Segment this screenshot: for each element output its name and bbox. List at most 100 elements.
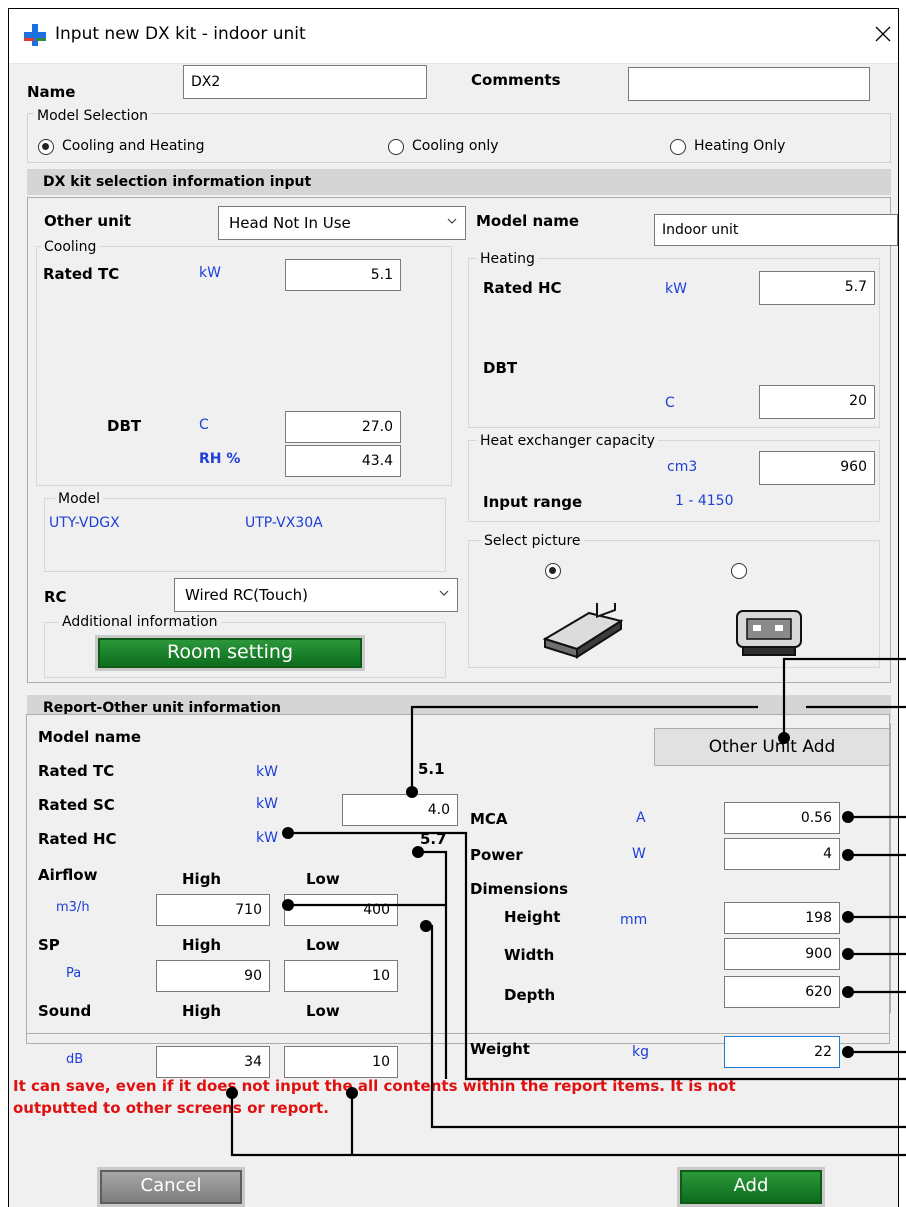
rc-value: Wired RC(Touch)	[185, 586, 308, 604]
report-rated-tc-value: 5.1	[418, 760, 445, 778]
rc-select[interactable]: Wired RC(Touch)	[174, 578, 458, 612]
sp-high-field[interactable]: 90	[156, 960, 270, 992]
other-unit-value: Head Not In Use	[229, 214, 351, 232]
report-rated-hc-value: 5.7	[420, 830, 447, 848]
rh-field[interactable]: 43.4	[285, 445, 401, 477]
width-label: Width	[504, 946, 555, 964]
dbt-unit: C	[199, 417, 209, 433]
other-unit-add-button[interactable]: Other Unit Add	[654, 728, 890, 766]
depth-label: Depth	[504, 986, 556, 1004]
additional-info-group: Additional information Room setting	[44, 614, 446, 678]
sound-high-label: High	[182, 1002, 222, 1020]
rated-hc-field[interactable]: 5.7	[759, 271, 875, 305]
airflow-label: Airflow	[38, 866, 98, 884]
name-field[interactable]: DX2	[183, 65, 427, 99]
model-name-field[interactable]: Indoor unit	[654, 214, 898, 246]
model-legend: Model	[55, 491, 104, 507]
heat-exchanger-legend: Heat exchanger capacity	[477, 433, 658, 449]
rh-unit: RH %	[199, 451, 241, 467]
comments-field[interactable]	[628, 67, 870, 101]
other-unit-select[interactable]: Head Not In Use	[218, 206, 466, 240]
power-field[interactable]: 4	[724, 838, 840, 870]
power-label: Power	[470, 846, 523, 864]
comments-label: Comments	[471, 71, 561, 89]
cooling-group: Cooling Rated TC kW 5.1 DBT C 27.0 RH % …	[36, 239, 452, 486]
weight-unit: kg	[632, 1044, 649, 1060]
add-button[interactable]: Add	[677, 1167, 825, 1207]
model-name-label: Model name	[476, 212, 580, 230]
option-heating-only-label: Heating Only	[694, 138, 786, 154]
dimensions-label: Dimensions	[470, 880, 569, 898]
weight-label: Weight	[470, 1040, 530, 1058]
model-indoor: UTY-VDGX	[49, 515, 120, 531]
sp-high-label: High	[182, 936, 222, 954]
sound-low-label: Low	[306, 1002, 340, 1020]
other-unit-label: Other unit	[44, 212, 132, 230]
mca-unit: A	[636, 810, 646, 826]
rc-label: RC	[44, 588, 67, 606]
height-field[interactable]: 198	[724, 902, 840, 934]
app-cross-icon	[24, 24, 46, 46]
note-line-2: outputted to other screens or report.	[13, 1099, 329, 1117]
model-group: Model UTY-VDGX UTP-VX30A	[44, 491, 446, 572]
heat-exchanger-field[interactable]: 960	[759, 451, 875, 485]
select-picture-group: Select picture	[468, 533, 880, 668]
rated-hc-label: Rated HC	[483, 279, 562, 297]
rated-tc-unit: kW	[199, 265, 221, 281]
additional-info-legend: Additional information	[59, 614, 221, 630]
mca-label: MCA	[470, 810, 508, 828]
cassette-unit-icon[interactable]	[731, 603, 811, 659]
dx-section-panel: Other unit Head Not In Use Cooling Rated…	[27, 197, 898, 683]
picture-radio-duct[interactable]	[545, 563, 561, 579]
heat-exchanger-unit: cm3	[667, 459, 698, 475]
cooling-legend: Cooling	[41, 239, 100, 255]
report-rated-tc-label: Rated TC	[38, 762, 115, 780]
radio-cooling-only[interactable]	[388, 139, 404, 155]
report-rated-hc-label: Rated HC	[38, 830, 117, 848]
heating-dbt-label: DBT	[483, 359, 518, 377]
height-unit: mm	[620, 912, 648, 928]
rated-tc-field[interactable]: 5.1	[285, 259, 401, 291]
height-label: Height	[504, 908, 561, 926]
title-bar: Input new DX kit - indoor unit	[9, 9, 898, 64]
rated-hc-unit: kW	[665, 281, 687, 297]
chevron-down-icon	[447, 218, 457, 224]
airflow-high-field[interactable]: 710	[156, 894, 270, 926]
airflow-low-label: Low	[306, 870, 340, 888]
select-picture-legend: Select picture	[481, 533, 584, 549]
option-cooling-heating-label: Cooling and Heating	[62, 138, 205, 154]
dbt-label: DBT	[107, 417, 142, 435]
model-selection-group: Model Selection Cooling and Heating Cool…	[27, 108, 891, 163]
input-range-label: Input range	[483, 493, 583, 511]
report-rated-sc-field[interactable]: 4.0	[342, 794, 458, 826]
radio-heating-only[interactable]	[670, 139, 686, 155]
sp-low-field[interactable]: 10	[284, 960, 398, 992]
radio-cooling-heating[interactable]	[38, 139, 54, 155]
picture-radio-cassette[interactable]	[731, 563, 747, 579]
room-setting-button[interactable]: Room setting	[95, 635, 365, 671]
airflow-low-field[interactable]: 400	[284, 894, 398, 926]
sound-high-field[interactable]: 34	[156, 1046, 270, 1078]
input-range-value: 1 - 4150	[675, 493, 734, 509]
dbt-field[interactable]: 27.0	[285, 411, 401, 443]
mca-field[interactable]: 0.56	[724, 802, 840, 834]
duct-unit-icon[interactable]	[541, 603, 625, 659]
depth-field[interactable]: 620	[724, 976, 840, 1008]
close-icon[interactable]	[875, 26, 891, 42]
sound-unit: dB	[66, 1052, 84, 1067]
cancel-button[interactable]: Cancel	[97, 1167, 245, 1207]
heating-group: Heating Rated HC kW 5.7 DBT C 20	[468, 251, 880, 428]
report-rated-sc-unit: kW	[256, 796, 278, 812]
sound-low-field[interactable]: 10	[284, 1046, 398, 1078]
weight-field[interactable]: 22	[724, 1036, 840, 1068]
power-unit: W	[632, 846, 646, 862]
heating-dbt-field[interactable]: 20	[759, 385, 875, 419]
option-cooling-only-label: Cooling only	[412, 138, 499, 154]
sp-label: SP	[38, 936, 60, 954]
sound-label: Sound	[38, 1002, 92, 1020]
model-outdoor: UTP-VX30A	[245, 515, 323, 531]
window-title: Input new DX kit - indoor unit	[55, 24, 306, 44]
width-field[interactable]: 900	[724, 938, 840, 970]
heat-exchanger-group: Heat exchanger capacity cm3 960 Input ra…	[468, 433, 880, 522]
report-model-name-label: Model name	[38, 728, 142, 746]
